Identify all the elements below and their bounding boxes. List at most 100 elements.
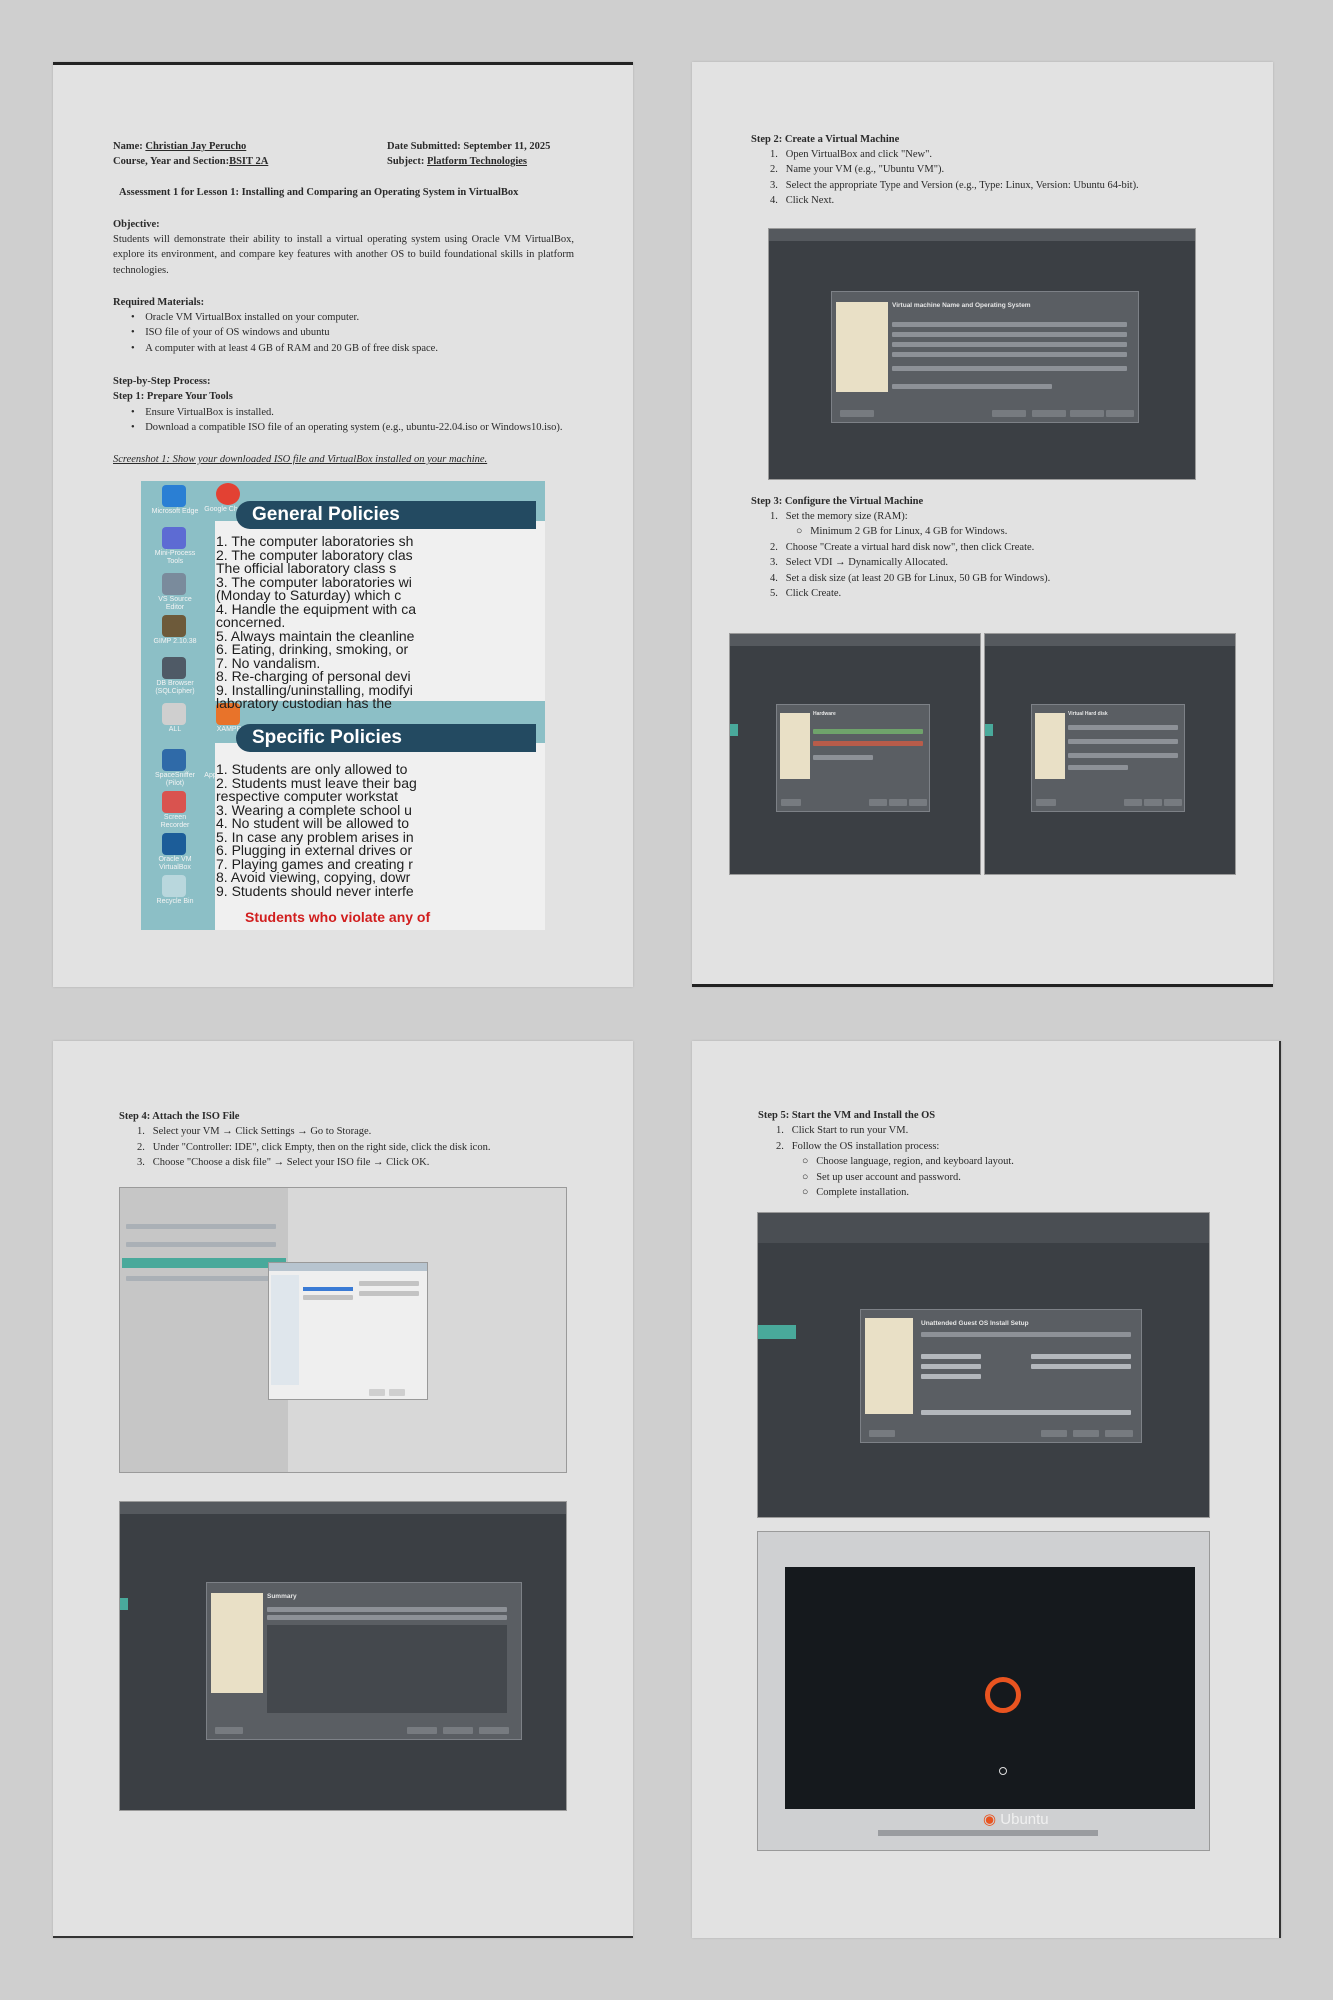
- finish-button[interactable]: [443, 1727, 473, 1734]
- loading-spinner-icon: [999, 1767, 1007, 1775]
- username-field[interactable]: [921, 1354, 981, 1359]
- dialog-title: Virtual machine Name and Operating Syste…: [892, 302, 1031, 309]
- form-row: [1068, 753, 1178, 758]
- ok-button[interactable]: [369, 1389, 385, 1396]
- objective-text: Students will demonstrate their ability …: [113, 234, 574, 276]
- taskbar: [878, 1830, 1098, 1836]
- desktop-icon: VS Source Editor: [149, 573, 201, 613]
- summary-row: [267, 1615, 507, 1620]
- selected-vm-marker: [730, 724, 738, 736]
- cpu-slider[interactable]: [813, 741, 923, 746]
- hostname-field[interactable]: [1031, 1354, 1131, 1359]
- guest-additions-field[interactable]: [921, 1410, 1131, 1415]
- form-row: [892, 322, 1127, 327]
- vbox-plant-icon: [211, 1593, 263, 1693]
- next-button[interactable]: [1070, 410, 1104, 417]
- attributes-row: [359, 1281, 419, 1286]
- password-field[interactable]: [921, 1364, 981, 1369]
- material-item: • Oracle VM VirtualBox installed on your…: [131, 312, 360, 323]
- vbox-plant-icon: [1035, 713, 1065, 779]
- cancel-button[interactable]: [1164, 799, 1182, 806]
- dialog-title: Summary: [267, 1593, 297, 1600]
- vm-list-panel: [120, 1188, 288, 1472]
- step5-subitem: ○ Complete installation.: [802, 1187, 909, 1198]
- help-button[interactable]: [781, 799, 801, 806]
- step3-item: 4. Set a disk size (at least 20 GB for L…: [770, 573, 1051, 584]
- step5-heading: Step 5: Start the VM and Install the OS: [758, 1110, 936, 1121]
- step3-heading: Step 3: Configure the Virtual Machine: [751, 496, 924, 507]
- back-button[interactable]: [1124, 799, 1142, 806]
- memory-slider[interactable]: [813, 729, 923, 734]
- cancel-button[interactable]: [389, 1389, 405, 1396]
- expert-mode-button[interactable]: [992, 410, 1026, 417]
- next-button[interactable]: [1073, 1430, 1099, 1437]
- step3-item: 5. Click Create.: [770, 588, 842, 599]
- help-button[interactable]: [215, 1727, 243, 1734]
- create-vm-screenshot: Virtual machine Name and Operating Syste…: [768, 228, 1196, 480]
- desktop-icon: ALL: [149, 703, 201, 743]
- vm-list-item[interactable]: [126, 1224, 276, 1229]
- summary-dialog: Summary: [206, 1582, 522, 1740]
- vm-list-item-selected[interactable]: [122, 1258, 286, 1268]
- hardware-dialog: Hardware: [776, 704, 930, 812]
- step3-subitem: ○ Minimum 2 GB for Linux, 4 GB for Windo…: [796, 526, 1008, 537]
- cancel-button[interactable]: [479, 1727, 509, 1734]
- vm-list-item[interactable]: [126, 1276, 276, 1281]
- vbox-toolbar: [758, 1213, 1209, 1243]
- step5-item: 1. Click Start to run your VM.: [776, 1125, 909, 1136]
- cancel-button[interactable]: [1105, 1430, 1133, 1437]
- step4-heading: Step 4: Attach the ISO File: [119, 1111, 240, 1122]
- subject-row: Subject: Platform Technologies: [387, 156, 528, 167]
- recycle-bin-icon: Recycle Bin: [149, 875, 201, 915]
- repeat-password-field[interactable]: [921, 1374, 981, 1379]
- step3-item: 3. Select VDI → Dynamically Allocated.: [770, 557, 948, 568]
- virtual-disk-dialog: Virtual Hard disk: [1031, 704, 1185, 812]
- material-item: • ISO file of your of OS windows and ubu…: [131, 327, 330, 338]
- help-button[interactable]: [840, 410, 874, 417]
- date-row: Date Submitted: September 11, 2025: [387, 141, 551, 152]
- general-policy-line: laboratory custodian has the: [216, 695, 392, 711]
- vm-list-item[interactable]: [126, 1242, 276, 1247]
- step3-item: 2. Choose "Create a virtual hard disk no…: [770, 542, 1035, 553]
- back-button[interactable]: [407, 1727, 437, 1734]
- domain-field[interactable]: [1031, 1364, 1131, 1369]
- monitor-screen: ◉ Ubuntu: [785, 1567, 1195, 1828]
- settings-categories: [271, 1275, 299, 1385]
- help-button[interactable]: [1036, 799, 1056, 806]
- vbox-plant-icon: [836, 302, 888, 392]
- form-row: [892, 366, 1127, 371]
- desktop-icon: Oracle VM VirtualBox: [149, 833, 201, 873]
- step4-item: 2. Under "Controller: IDE", click Empty,…: [137, 1142, 491, 1153]
- summary-screenshot: Summary: [119, 1501, 567, 1811]
- vbox-toolbar: [730, 634, 980, 646]
- form-row: [892, 384, 1052, 389]
- screenshot-caption: Screenshot 1: Show your downloaded ISO f…: [113, 454, 488, 465]
- page-1: Name: Christian Jay Perucho Date Submitt…: [53, 62, 633, 987]
- next-button[interactable]: [1144, 799, 1162, 806]
- ubuntu-boot-photo: ◉ Ubuntu: [757, 1531, 1210, 1851]
- back-button[interactable]: [869, 799, 887, 806]
- back-button[interactable]: [1032, 410, 1066, 417]
- process-heading: Step-by-Step Process:: [113, 376, 211, 387]
- cancel-button[interactable]: [909, 799, 927, 806]
- storage-item[interactable]: [303, 1295, 353, 1300]
- controller-ide-item[interactable]: [303, 1287, 353, 1291]
- course-row: Course, Year and Section:BSIT 2A: [113, 156, 269, 167]
- step4-item: 1. Select your VM → Click Settings → Go …: [137, 1126, 372, 1137]
- desktop-icon: Microsoft Edge: [149, 485, 201, 525]
- hardware-screenshot: Hardware: [729, 633, 981, 875]
- general-policies-banner: General Policies: [236, 501, 536, 529]
- next-button[interactable]: [889, 799, 907, 806]
- back-button[interactable]: [1041, 1430, 1067, 1437]
- disk-size-slider[interactable]: [1068, 739, 1178, 744]
- storage-settings-screenshot: [119, 1187, 567, 1473]
- step2-item: 3. Select the appropriate Type and Versi…: [770, 180, 1139, 191]
- cancel-button[interactable]: [1106, 410, 1134, 417]
- objective-heading: Objective:: [113, 219, 160, 230]
- disk-screenshot: Virtual Hard disk: [984, 633, 1236, 875]
- step5-subitem: ○ Choose language, region, and keyboard …: [802, 1156, 1014, 1167]
- help-button[interactable]: [869, 1430, 895, 1437]
- selected-vm-marker: [758, 1325, 796, 1339]
- step2-item: 2. Name your VM (e.g., "Ubuntu VM").: [770, 164, 945, 175]
- form-row: [892, 352, 1127, 357]
